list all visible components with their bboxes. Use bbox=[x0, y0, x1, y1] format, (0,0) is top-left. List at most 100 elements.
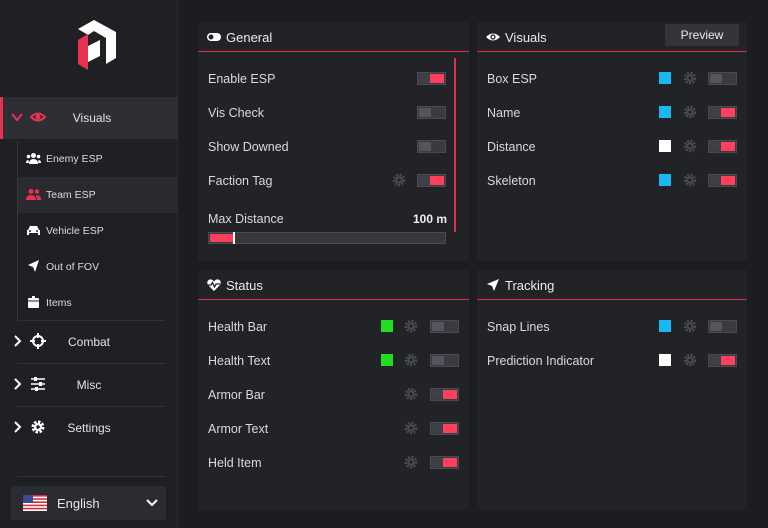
sidebar-item-out-of-fov[interactable]: Out of FOV bbox=[17, 249, 178, 285]
setting-row-snap-lines: Snap Lines bbox=[477, 317, 747, 337]
toggle-knob bbox=[432, 356, 444, 365]
users-icon bbox=[26, 153, 41, 164]
visuals-panel: Visuals Preview Box ESP Name Distance Skele… bbox=[477, 22, 747, 261]
tracking-panel: Tracking Snap Lines Prediction Indicator bbox=[477, 270, 747, 510]
gear-icon[interactable] bbox=[392, 173, 406, 187]
preview-button[interactable]: Preview bbox=[665, 24, 739, 46]
setting-label: Skeleton bbox=[487, 174, 536, 188]
setting-label: Box ESP bbox=[487, 72, 538, 86]
nav-visuals[interactable]: Visuals bbox=[0, 97, 178, 139]
toggle-switch[interactable] bbox=[708, 320, 737, 333]
color-swatch[interactable] bbox=[381, 354, 393, 366]
sidebar-item-label: Enemy ESP bbox=[46, 153, 103, 165]
toggle-switch[interactable] bbox=[417, 174, 446, 187]
nav-combat[interactable]: Combat bbox=[0, 321, 178, 363]
gear-icon[interactable] bbox=[683, 173, 697, 187]
toggle-switch[interactable] bbox=[417, 72, 446, 85]
setting-label: Enable ESP bbox=[208, 72, 276, 86]
gear-icon[interactable] bbox=[404, 455, 418, 469]
color-swatch[interactable] bbox=[659, 140, 671, 152]
status-title: Status bbox=[226, 278, 263, 293]
color-swatch[interactable] bbox=[659, 106, 671, 118]
color-swatch[interactable] bbox=[659, 320, 671, 332]
language-select[interactable]: English bbox=[11, 486, 166, 520]
setting-label: Prediction Indicator bbox=[487, 354, 595, 368]
toggle-switch[interactable] bbox=[708, 174, 737, 187]
visuals-title: Visuals bbox=[505, 30, 547, 45]
setting-row-health-bar: Health Bar bbox=[198, 317, 469, 337]
color-swatch[interactable] bbox=[659, 72, 671, 84]
toggle-knob bbox=[721, 142, 735, 151]
sidebar-item-enemy-esp[interactable]: Enemy ESP bbox=[17, 141, 178, 177]
gear-icon[interactable] bbox=[683, 71, 697, 85]
gear-icon[interactable] bbox=[404, 421, 418, 435]
toggle-switch[interactable] bbox=[430, 422, 459, 435]
toggle-knob bbox=[430, 176, 444, 185]
toggle-switch[interactable] bbox=[708, 106, 737, 119]
toggle-switch[interactable] bbox=[708, 72, 737, 85]
toggle-switch[interactable] bbox=[430, 354, 459, 367]
toggle-switch[interactable] bbox=[708, 140, 737, 153]
scrollbar[interactable] bbox=[454, 58, 456, 232]
gear-icon[interactable] bbox=[404, 353, 418, 367]
toggle-knob bbox=[710, 322, 722, 331]
location-arrow-icon bbox=[487, 279, 499, 291]
toggle-switch[interactable] bbox=[430, 320, 459, 333]
slider-thumb[interactable] bbox=[233, 232, 235, 244]
setting-row-prediction-indicator: Prediction Indicator bbox=[477, 351, 747, 371]
toggle-switch[interactable] bbox=[417, 106, 446, 119]
sidebar: Visuals Enemy ESP Team ESP Vehicle ESP O… bbox=[0, 0, 178, 528]
sidebar-item-items[interactable]: Items bbox=[17, 285, 178, 321]
color-swatch[interactable] bbox=[659, 174, 671, 186]
nav-settings[interactable]: Settings bbox=[0, 407, 178, 449]
setting-row-armor-bar: Armor Bar bbox=[198, 385, 469, 405]
chevron-down-icon bbox=[146, 499, 158, 507]
nav-misc[interactable]: Misc bbox=[0, 364, 178, 406]
gear-icon[interactable] bbox=[404, 387, 418, 401]
gear-icon[interactable] bbox=[404, 319, 418, 333]
status-panel: Status Health Bar Health Text Armor Bar Arm… bbox=[198, 270, 469, 510]
nav-misc-label: Misc bbox=[76, 378, 102, 392]
setting-row-health-text: Health Text bbox=[198, 351, 469, 371]
setting-label: Armor Bar bbox=[208, 388, 265, 402]
toggle-knob bbox=[443, 424, 457, 433]
toggle-knob bbox=[432, 322, 444, 331]
color-swatch[interactable] bbox=[659, 354, 671, 366]
setting-label: Held Item bbox=[208, 456, 262, 470]
gear-icon[interactable] bbox=[683, 139, 697, 153]
setting-row-show-downed: Show Downed bbox=[198, 137, 469, 157]
sidebar-item-label: Items bbox=[46, 297, 72, 309]
gear-icon[interactable] bbox=[683, 353, 697, 367]
setting-label: Health Text bbox=[208, 354, 271, 368]
setting-row-armor-text: Armor Text bbox=[198, 419, 469, 439]
color-swatch[interactable] bbox=[381, 320, 393, 332]
nav-settings-label: Settings bbox=[67, 421, 111, 435]
toggle-knob bbox=[710, 74, 722, 83]
max-distance-slider[interactable] bbox=[208, 232, 446, 244]
toggle-knob bbox=[430, 74, 444, 83]
setting-row-faction-tag: Faction Tag bbox=[198, 171, 469, 191]
setting-label: Distance bbox=[487, 140, 536, 154]
gear-icon[interactable] bbox=[683, 105, 697, 119]
sidebar-item-label: Vehicle ESP bbox=[46, 225, 104, 237]
setting-label: Faction Tag bbox=[208, 174, 273, 188]
toggle-knob bbox=[721, 356, 735, 365]
setting-row-skeleton: Skeleton bbox=[477, 171, 747, 191]
toggle-knob bbox=[721, 176, 735, 185]
box-icon bbox=[28, 296, 39, 308]
us-flag-icon bbox=[23, 495, 47, 511]
toggle-switch[interactable] bbox=[708, 354, 737, 367]
toggle-knob bbox=[419, 142, 431, 151]
heartbeat-icon bbox=[207, 279, 221, 291]
sidebar-item-vehicle-esp[interactable]: Vehicle ESP bbox=[17, 213, 178, 249]
nav-visuals-label: Visuals bbox=[72, 111, 112, 125]
general-title: General bbox=[226, 30, 273, 45]
toggle-switch[interactable] bbox=[430, 388, 459, 401]
toggle-switch[interactable] bbox=[417, 140, 446, 153]
sidebar-item-team-esp[interactable]: Team ESP bbox=[17, 177, 178, 213]
visuals-header: Visuals Preview bbox=[477, 22, 747, 52]
gear-icon[interactable] bbox=[683, 319, 697, 333]
arrow-icon bbox=[28, 260, 39, 272]
max-distance-value: 100 m bbox=[412, 212, 447, 226]
toggle-switch[interactable] bbox=[430, 456, 459, 469]
